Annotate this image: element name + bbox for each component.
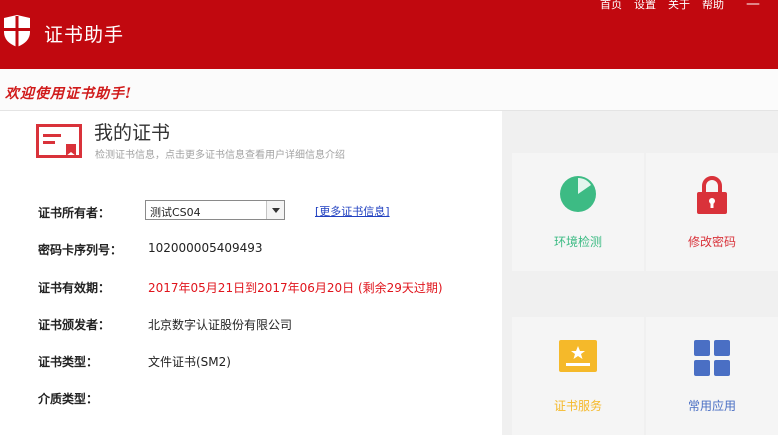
grid-icon [694,340,730,376]
validity-label: 证书有效期： [38,281,111,295]
validity-value: 2017年05月21日到2017年06月20日 (剩余29天过期) [148,281,443,295]
nav-help[interactable]: 帮助 [702,0,724,16]
top-nav: 首页 设置 关于 帮助 — [600,0,760,16]
more-cert-info-link[interactable]: [更多证书信息] [315,203,390,219]
cert-service-label: 证书服务 [553,399,602,413]
nav-settings[interactable]: 设置 [634,0,656,16]
welcome-banner: 欢迎使用证书助手! [0,69,778,111]
serial-label: 密码卡序列号： [38,243,123,257]
env-check-tile[interactable]: 环境检测 [512,153,644,271]
issuer-label: 证书颁发者： [38,318,111,332]
common-apps-label: 常用应用 [687,399,736,413]
nav-about[interactable]: 关于 [668,0,690,16]
lock-icon [697,176,727,214]
cert-type-label: 证书类型： [38,355,99,369]
panel-subtitle: 检测证书信息，点击更多证书信息查看用户详细信息介绍 [95,150,345,161]
title-bar: 证书助手 首页 设置 关于 帮助 — [0,0,778,69]
owner-label: 证书所有者： [38,206,111,220]
minimize-button[interactable]: — [746,0,760,16]
owner-select-value: 测试CS04 [150,206,201,219]
media-type-label: 介质类型： [38,392,99,406]
shield-logo-icon [4,15,30,47]
nav-home[interactable]: 首页 [600,0,622,16]
welcome-text: 欢迎使用证书助手! [5,86,133,102]
cert-service-tile[interactable]: 证书服务 [512,317,644,435]
certificate-icon [36,124,82,158]
cert-type-value: 文件证书(SM2) [148,355,231,369]
env-check-label: 环境检测 [553,235,602,249]
issuer-value: 北京数字认证股份有限公司 [148,318,293,332]
chevron-down-icon[interactable] [266,201,284,219]
pie-chart-icon [560,176,596,212]
change-password-label: 修改密码 [687,235,736,249]
change-password-tile[interactable]: 修改密码 [646,153,778,271]
certificate-icon [559,340,597,372]
serial-value: 102000005409493 [148,241,263,255]
panel-title: 我的证书 [94,122,171,144]
quick-actions-panel: 环境检测 修改密码 证书服务 常用应用 [502,111,778,435]
app-title: 证书助手 [44,24,125,46]
common-apps-tile[interactable]: 常用应用 [646,317,778,435]
owner-select[interactable]: 测试CS04 [145,200,285,220]
